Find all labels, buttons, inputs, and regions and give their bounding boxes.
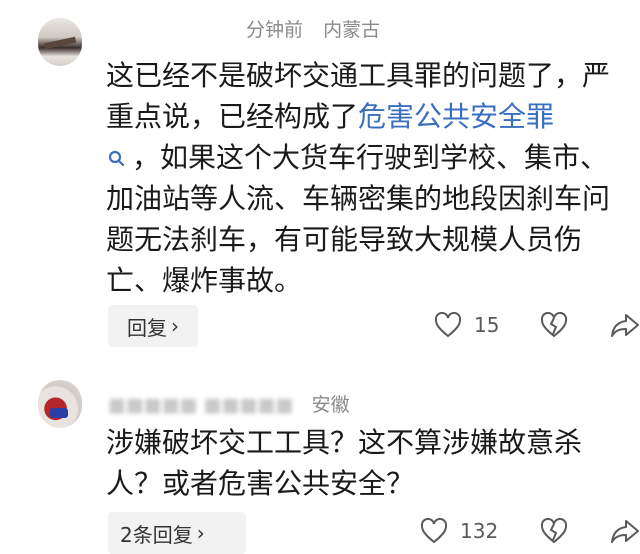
share-button[interactable] — [610, 518, 640, 544]
share-icon — [611, 520, 639, 543]
heart-icon — [434, 312, 462, 338]
comment-meta: ■■■■■ ■■■■■ 安徽 — [108, 390, 350, 417]
dislike-button[interactable] — [540, 518, 568, 544]
chevron-right-icon: › — [196, 521, 205, 545]
share-icon — [611, 314, 639, 337]
heart-icon — [420, 518, 448, 544]
dislike-button[interactable] — [540, 312, 568, 338]
avatar[interactable] — [38, 380, 82, 428]
share-button[interactable] — [610, 312, 640, 338]
topic-link[interactable]: 危害公共安全罪 — [358, 100, 554, 133]
comment-time: 分钟前 — [246, 19, 304, 41]
comment-body: 这已经不是破坏交通工具罪的问题了，严重点说，已经构成了危害公共安全罪 ，如果这个大… — [106, 55, 626, 301]
search-icon[interactable] — [106, 149, 126, 169]
reply-button[interactable]: 2条回复 › — [108, 512, 246, 554]
like-count: 132 — [460, 519, 499, 543]
broken-heart-icon — [540, 518, 568, 544]
blurred-username: ■■■■■ ■■■■■ — [108, 394, 294, 416]
reply-label: 2条回复 — [120, 522, 193, 547]
comment-meta: 分钟前 内蒙古 — [246, 15, 380, 42]
chevron-right-icon: › — [171, 314, 179, 338]
comment-location: 安徽 — [311, 394, 350, 416]
comment-location: 内蒙古 — [323, 19, 381, 41]
comment-text: ，如果这个大货车行驶到学校、集市、加油站等人流、车辆密集的地段因刹车问题无法刹车… — [106, 141, 611, 297]
comment-body: 涉嫌破坏交工工具？这不算涉嫌故意杀人？或者危害公共安全？ — [106, 426, 583, 500]
reply-button[interactable]: 回复 › — [108, 305, 198, 347]
like-count: 15 — [474, 313, 500, 337]
broken-heart-icon — [540, 312, 568, 338]
like-button[interactable]: 15 — [434, 312, 499, 338]
avatar[interactable] — [38, 18, 82, 66]
like-button[interactable]: 132 — [420, 518, 498, 544]
reply-label: 回复 — [127, 315, 167, 340]
